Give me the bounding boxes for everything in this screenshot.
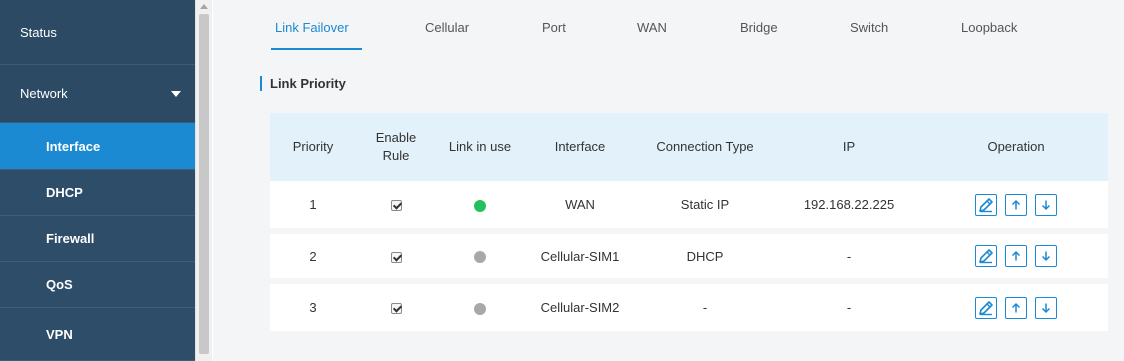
link-status-dot [474,199,486,212]
active-tab-indicator [271,48,362,50]
row-operations [924,193,1108,216]
arrow-down-icon [1041,251,1051,262]
arrow-down-icon [1041,303,1051,313]
sidebar: Status Network Interface DHCP Firewall Q… [0,0,195,361]
main-content: Link Failover Cellular Port WAN Bridge S… [213,0,1124,361]
row-operations [924,296,1108,319]
tab-wan[interactable]: WAN [637,20,667,35]
ip-cell: - [774,281,924,331]
enable-rule-checkbox[interactable] [390,200,402,212]
table-row: 2 Cellular-SIM1 DHCP - [270,231,1108,284]
move-down-button[interactable] [1035,296,1057,319]
priority-cell: 2 [270,231,356,284]
sidebar-item-label: Network [20,86,68,101]
column-header-ip: IP [774,113,924,181]
arrow-down-icon [1041,200,1051,210]
column-header-connection-type: Connection Type [636,113,774,181]
scroll-up-icon[interactable] [200,4,208,9]
column-header-priority: Priority [270,113,356,181]
table-row: 1 WAN Static IP 192.168.22.225 [270,181,1108,234]
column-header-interface: Interface [524,113,636,181]
sidebar-item-label: DHCP [46,185,83,200]
interface-cell: Cellular-SIM2 [524,281,636,331]
priority-cell: 1 [270,181,356,234]
move-up-button[interactable] [1005,245,1027,267]
sidebar-item-label: Firewall [46,231,95,246]
sidebar-item-firewall[interactable]: Firewall [0,216,195,262]
sidebar-scrollbar[interactable] [195,0,212,361]
tab-bridge[interactable]: Bridge [740,20,778,35]
sidebar-item-label: VPN [46,326,73,342]
sidebar-item-interface[interactable]: Interface [0,123,195,170]
link-status-dot [474,251,486,264]
move-down-button[interactable] [1035,245,1057,267]
arrow-up-icon [1011,250,1021,261]
edit-icon [979,197,993,212]
connection-type-cell: DHCP [636,231,774,284]
sidebar-item-vpn[interactable]: VPN [0,308,195,361]
row-operations [924,245,1108,267]
edit-icon [979,300,993,315]
link-priority-table: Priority Enable Rule Link in use Interfa… [270,113,1108,331]
tab-loopback[interactable]: Loopback [961,20,1017,35]
move-up-button[interactable] [1005,193,1027,216]
column-header-enable-rule: Enable Rule [356,113,436,181]
tab-link-failover[interactable]: Link Failover [275,20,349,35]
edit-icon [979,249,993,264]
sidebar-item-network[interactable]: Network [0,65,195,123]
ip-cell: 192.168.22.225 [774,181,924,234]
tab-port[interactable]: Port [542,20,566,35]
sidebar-item-status[interactable]: Status [0,0,195,65]
column-header-line: Rule [382,148,410,163]
sidebar-item-qos[interactable]: QoS [0,262,195,308]
arrow-up-icon [1011,302,1021,312]
table-row: 3 Cellular-SIM2 - - [270,281,1108,331]
enable-rule-checkbox[interactable] [390,251,402,263]
connection-type-cell: Static IP [636,181,774,234]
interface-cell: Cellular-SIM1 [524,231,636,284]
edit-button[interactable] [975,296,997,319]
column-header-operation: Operation [924,113,1108,181]
scrollbar-thumb[interactable] [199,14,209,354]
ip-cell: - [774,231,924,284]
enable-rule-checkbox[interactable] [390,303,402,315]
tab-bar: Link Failover Cellular Port WAN Bridge S… [213,0,1124,55]
sidebar-item-dhcp[interactable]: DHCP [0,170,195,216]
tab-cellular[interactable]: Cellular [425,20,469,35]
arrow-up-icon [1011,199,1021,209]
table-header-row: Priority Enable Rule Link in use Interfa… [270,113,1108,181]
move-up-button[interactable] [1005,296,1027,319]
sidebar-item-label: Interface [46,138,101,154]
section-title: Link Priority [260,76,346,91]
edit-button[interactable] [975,245,997,267]
priority-cell: 3 [270,281,356,331]
link-status-dot [474,302,486,315]
column-header-link-in-use: Link in use [436,113,524,181]
column-header-line: Enable [375,130,417,145]
chevron-down-icon [171,90,181,97]
move-down-button[interactable] [1035,193,1057,216]
sidebar-item-label: Status [20,24,57,40]
interface-cell: WAN [524,181,636,234]
edit-button[interactable] [975,193,997,216]
connection-type-cell: - [636,281,774,331]
sidebar-item-label: QoS [46,277,73,292]
tab-switch[interactable]: Switch [850,20,888,35]
